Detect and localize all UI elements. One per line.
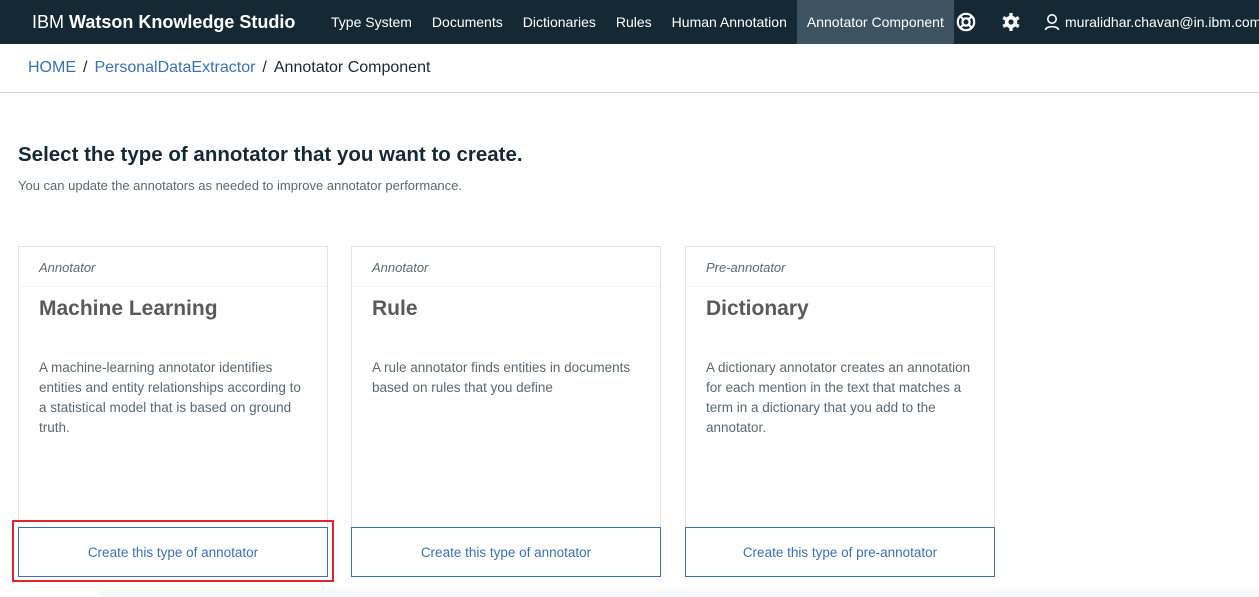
annotator-card-rule: Annotator Rule A rule annotator finds en… <box>351 246 661 577</box>
card-description: A rule annotator finds entities in docum… <box>372 360 631 395</box>
user-email: muralidhar.chavan@in.ibm.com <box>1065 14 1259 30</box>
card-divider <box>352 286 660 287</box>
nav-annotator-component[interactable]: Annotator Component <box>796 0 954 44</box>
brand-product: Watson Knowledge Studio <box>69 11 296 32</box>
breadcrumb-project-link[interactable]: PersonalDataExtractor <box>94 59 255 77</box>
card-title: Machine Learning <box>39 297 218 320</box>
bottom-shadow <box>100 586 1259 597</box>
annotator-card-dictionary: Pre-annotator Dictionary A dictionary an… <box>685 246 995 577</box>
user-icon <box>1044 14 1060 31</box>
nav-documents[interactable]: Documents <box>422 0 513 44</box>
main-nav: Type System Documents Dictionaries Rules… <box>321 0 954 44</box>
card-title: Dictionary <box>706 297 809 320</box>
card-divider <box>686 286 994 287</box>
help-icon[interactable] <box>950 0 982 44</box>
nav-type-system[interactable]: Type System <box>321 0 422 44</box>
breadcrumb-bar: HOME / PersonalDataExtractor / Annotator… <box>0 44 1259 93</box>
highlight-box <box>12 520 334 582</box>
page-title: Select the type of annotator that you wa… <box>18 143 523 166</box>
card-divider <box>19 286 327 287</box>
breadcrumb-home-link[interactable]: HOME <box>28 59 76 77</box>
page-subtitle: You can update the annotators as needed … <box>18 178 462 193</box>
breadcrumb-current: Annotator Component <box>273 59 431 76</box>
card-title: Rule <box>372 297 418 320</box>
top-nav-bar: IBM Watson Knowledge Studio Type System … <box>0 0 1259 44</box>
settings-icon[interactable] <box>995 0 1027 44</box>
create-dictionary-pre-annotator-button[interactable]: Create this type of pre-annotator <box>685 527 995 577</box>
nav-dictionaries[interactable]: Dictionaries <box>513 0 606 44</box>
card-kind-label: Pre-annotator <box>706 260 786 275</box>
nav-rules[interactable]: Rules <box>606 0 662 44</box>
nav-human-annotation[interactable]: Human Annotation <box>662 0 797 44</box>
app-brand[interactable]: IBM Watson Knowledge Studio <box>32 0 295 44</box>
user-menu[interactable]: muralidhar.chavan@in.ibm.com <box>1044 0 1259 44</box>
card-kind-label: Annotator <box>372 260 429 275</box>
brand-ibm: IBM <box>32 11 65 32</box>
card-kind-label: Annotator <box>39 260 96 275</box>
breadcrumb-separator: / <box>262 59 267 76</box>
card-description: A machine-learning annotator identifies … <box>39 360 301 435</box>
breadcrumb: HOME / PersonalDataExtractor / Annotator… <box>28 59 430 77</box>
card-description: A dictionary annotator creates an annota… <box>706 360 971 435</box>
create-rule-annotator-button[interactable]: Create this type of annotator <box>351 527 661 577</box>
breadcrumb-separator: / <box>83 59 88 76</box>
